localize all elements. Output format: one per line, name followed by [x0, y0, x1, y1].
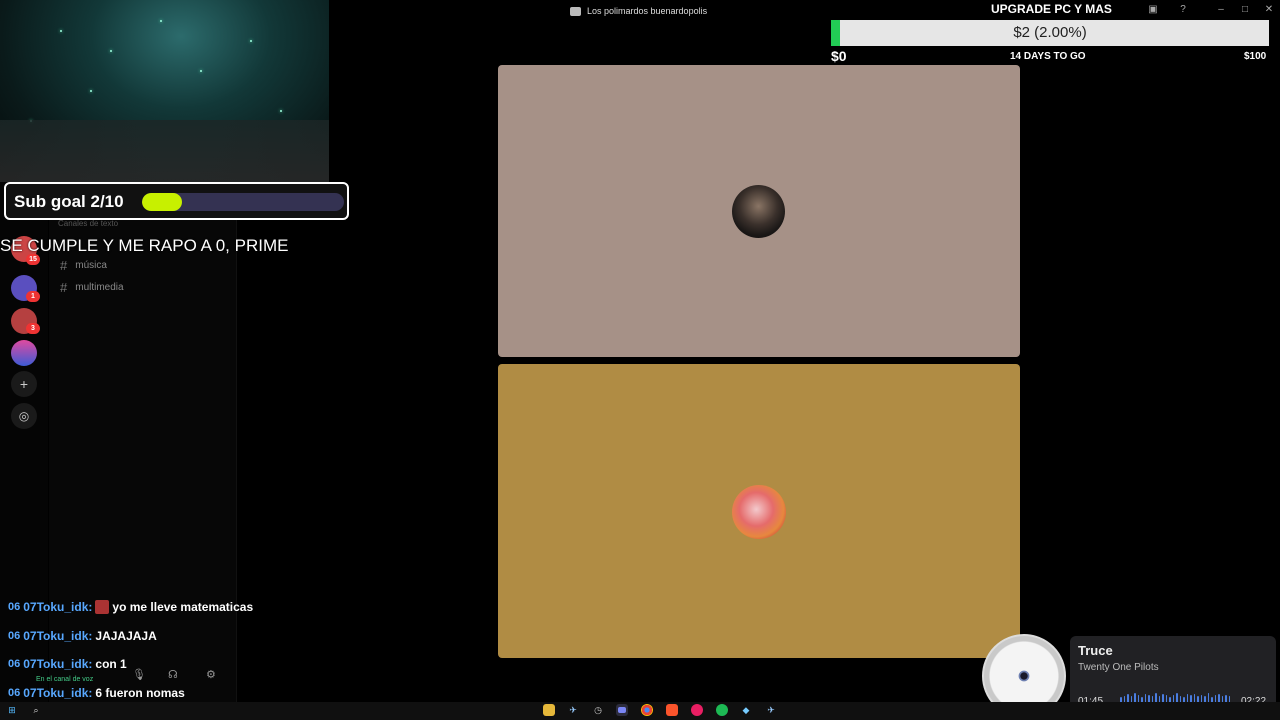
window-title: Los polimardos buenardopolis [570, 4, 707, 18]
chat-badge: 06 [8, 630, 21, 642]
sub-goal-fill [142, 193, 183, 211]
chat-text: 6 fueron nomas [95, 686, 185, 700]
discord-icon [570, 6, 581, 16]
server-badge: 3 [26, 323, 40, 334]
video-tile[interactable] [498, 364, 1020, 658]
add-server-icon[interactable]: + [11, 371, 37, 397]
sub-goal-progress [142, 193, 344, 211]
app-icon[interactable]: ◆ [740, 704, 752, 716]
steam-icon[interactable]: ✈ [765, 704, 777, 716]
channel-category[interactable]: Canales de texto [58, 219, 118, 228]
voice-status: En el canal de voz [36, 676, 94, 683]
brave-icon[interactable] [666, 704, 678, 716]
spotify-icon[interactable] [716, 704, 728, 716]
donation-goal-title: UPGRADE PC Y MAS [991, 2, 1112, 16]
server-badge: 1 [26, 291, 40, 302]
headset-icon[interactable]: ☊ [168, 668, 178, 681]
chat-message: 06 07Toku_idk: con 1 [8, 657, 127, 671]
hash-icon: # [60, 258, 68, 273]
hash-icon: # [60, 280, 68, 295]
chat-message: 06 07Toku_idk: yo me lleve matematicas [8, 600, 253, 614]
chat-badge: 06 [8, 601, 21, 613]
maximize-button[interactable]: □ [1238, 4, 1252, 15]
light-dot [60, 30, 62, 32]
sub-goal-widget: Sub goal 2/10 [4, 182, 349, 220]
windows-start-icon[interactable]: ⊞ [6, 704, 18, 716]
donation-progress: $2 (2.00%) [831, 20, 1269, 46]
chat-badge: 06 [8, 687, 21, 699]
light-dot [90, 90, 92, 92]
screen-share-icon[interactable]: ▣ [1146, 4, 1160, 15]
avatar [732, 485, 786, 539]
light-dot [110, 50, 112, 52]
close-button[interactable]: ✕ [1262, 4, 1276, 15]
media-player-icon[interactable] [691, 704, 703, 716]
chat-text: JAJAJAJA [95, 629, 157, 643]
mic-icon[interactable]: 🎙 [132, 668, 146, 681]
sub-goal-note: SE CUMPLE Y ME RAPO A 0, PRIME [0, 236, 289, 255]
channel-item-multimedia[interactable]: # multimedia [60, 280, 124, 295]
chat-username: 07Toku_idk: [23, 600, 93, 614]
light-dot [200, 70, 202, 72]
avatar [732, 185, 785, 238]
explore-icon[interactable]: ◎ [11, 403, 37, 429]
webcam-overlay [0, 0, 329, 182]
video-tile[interactable] [498, 65, 1020, 357]
channel-item-musica[interactable]: # música [60, 258, 107, 273]
light-dot [280, 110, 282, 112]
light-dot [250, 40, 252, 42]
chrome-icon[interactable] [641, 704, 653, 716]
steam-icon[interactable]: ✈ [567, 704, 579, 716]
clock-icon[interactable]: ◷ [592, 704, 604, 716]
chat-username: 07Toku_idk: [23, 629, 93, 643]
donation-amount: $2 (2.00%) [1013, 24, 1087, 41]
chat-message: 06 07Toku_idk: JAJAJAJA [8, 629, 157, 643]
sub-goal-label: Sub goal 2/10 [14, 192, 124, 211]
light-dot [160, 20, 162, 22]
song-artist: Twenty One Pilots [1078, 662, 1159, 673]
chat-text: yo me lleve matematicas [112, 600, 254, 614]
chat-username: 07Toku_idk: [23, 657, 93, 671]
donation-max: $100 [1244, 51, 1267, 62]
help-icon[interactable]: ? [1176, 4, 1190, 15]
server-icon[interactable] [11, 340, 37, 366]
donation-days: 14 DAYS TO GO [1010, 51, 1086, 62]
chat-text: con 1 [95, 657, 127, 671]
taskbar [0, 702, 1280, 720]
search-icon[interactable]: ⌕ [30, 704, 42, 716]
chat-message: 06 07Toku_idk: 6 fueron nomas [8, 686, 185, 700]
minimize-button[interactable]: – [1214, 4, 1228, 15]
bed [0, 120, 329, 182]
chat-badge: 06 [8, 658, 21, 670]
settings-icon[interactable]: ⚙ [206, 668, 216, 681]
chat-username: 07Toku_idk: [23, 686, 93, 700]
song-title: Truce [1078, 643, 1113, 658]
discord-taskbar-icon[interactable] [616, 704, 628, 716]
donation-min: $0 [831, 48, 847, 64]
folder-icon[interactable] [543, 704, 555, 716]
emote-icon [95, 600, 110, 614]
now-playing-widget: Truce Twenty One Pilots 01:45 02:22 [1070, 636, 1276, 712]
